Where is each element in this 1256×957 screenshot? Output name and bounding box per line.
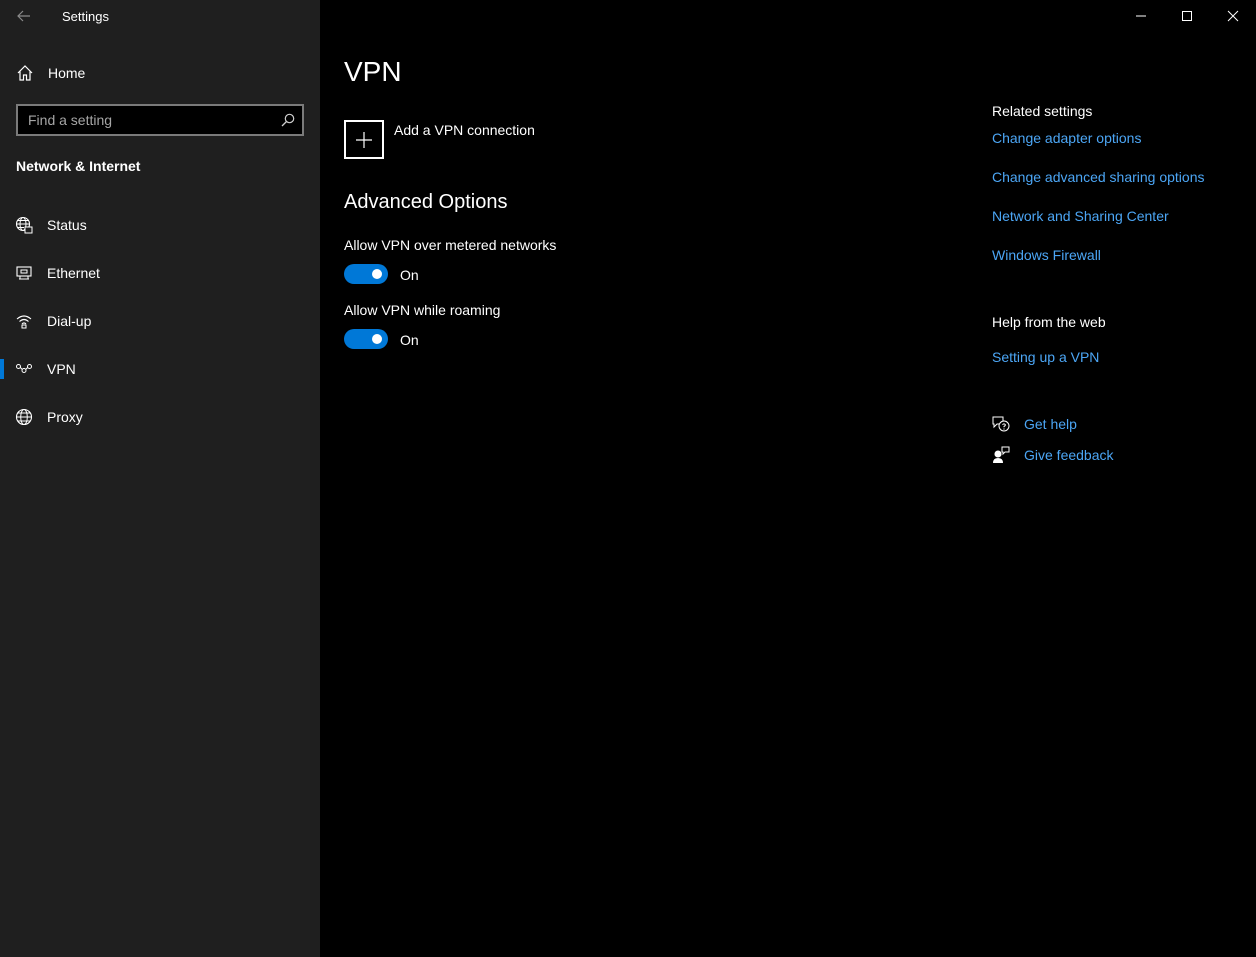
sidebar-item-dialup[interactable]: Dial-up [0, 301, 320, 341]
back-button[interactable] [12, 4, 36, 28]
nav-home[interactable]: Home [0, 58, 320, 88]
globe-status-icon [15, 216, 33, 234]
option-metered-label: Allow VPN over metered networks [344, 237, 557, 253]
sidebar: Settings Home Network & Internet Status … [0, 0, 320, 957]
search-box [16, 104, 304, 136]
sidebar-item-ethernet[interactable]: Ethernet [0, 253, 320, 293]
link-change-advanced-sharing[interactable]: Change advanced sharing options [992, 169, 1205, 185]
get-help-label: Get help [1024, 416, 1077, 432]
back-arrow-icon [17, 10, 30, 22]
sidebar-item-label: VPN [47, 361, 76, 377]
search-input[interactable] [18, 106, 278, 134]
page-title: VPN [344, 56, 402, 87]
plus-icon [356, 131, 372, 148]
sidebar-item-label: Proxy [47, 409, 83, 425]
home-icon [17, 65, 33, 81]
section-title: Network & Internet [16, 158, 141, 174]
title-bar: Settings [0, 0, 320, 32]
get-help-link[interactable]: Get help [992, 414, 1192, 436]
link-network-sharing-center[interactable]: Network and Sharing Center [992, 208, 1169, 224]
option-roaming-label: Allow VPN while roaming [344, 302, 501, 318]
nav-home-label: Home [48, 65, 86, 81]
give-feedback-label: Give feedback [1024, 447, 1114, 463]
sidebar-item-status[interactable]: Status [0, 205, 320, 245]
add-vpn-connection-button[interactable]: Add a VPN connection [344, 120, 604, 160]
give-feedback-link[interactable]: Give feedback [992, 445, 1192, 467]
vpn-icon [16, 364, 32, 373]
help-from-web-heading: Help from the web [992, 314, 1106, 330]
roaming-toggle[interactable] [344, 329, 388, 349]
metered-toggle-state: On [400, 267, 419, 283]
sidebar-item-label: Dial-up [47, 313, 92, 329]
roaming-toggle-state: On [400, 332, 419, 348]
toggle-knob [372, 334, 382, 344]
link-windows-firewall[interactable]: Windows Firewall [992, 247, 1101, 263]
dialup-icon [16, 315, 32, 329]
sidebar-item-vpn[interactable]: VPN [0, 349, 320, 389]
related-settings-heading: Related settings [992, 103, 1093, 119]
minimize-button[interactable] [1118, 0, 1164, 32]
metered-toggle[interactable] [344, 264, 388, 284]
add-box [344, 120, 384, 159]
minimize-icon [1136, 15, 1146, 17]
advanced-options-heading: Advanced Options [344, 191, 508, 213]
maximize-button[interactable] [1164, 0, 1210, 32]
toggle-knob [372, 269, 382, 279]
close-button[interactable] [1210, 0, 1256, 32]
sidebar-item-label: Ethernet [47, 265, 100, 281]
sidebar-item-proxy[interactable]: Proxy [0, 397, 320, 437]
link-change-adapter-options[interactable]: Change adapter options [992, 130, 1141, 146]
chat-help-icon [992, 416, 1010, 432]
maximize-icon [1182, 11, 1192, 21]
ethernet-icon [16, 266, 32, 280]
close-icon [1227, 10, 1239, 22]
selected-indicator [0, 359, 4, 379]
link-setting-up-vpn[interactable]: Setting up a VPN [992, 349, 1099, 365]
search-icon[interactable] [281, 113, 295, 127]
feedback-icon [993, 446, 1010, 463]
globe-icon [15, 408, 33, 426]
sidebar-item-label: Status [47, 217, 87, 233]
app-title: Settings [62, 9, 109, 24]
add-vpn-label: Add a VPN connection [394, 122, 535, 138]
